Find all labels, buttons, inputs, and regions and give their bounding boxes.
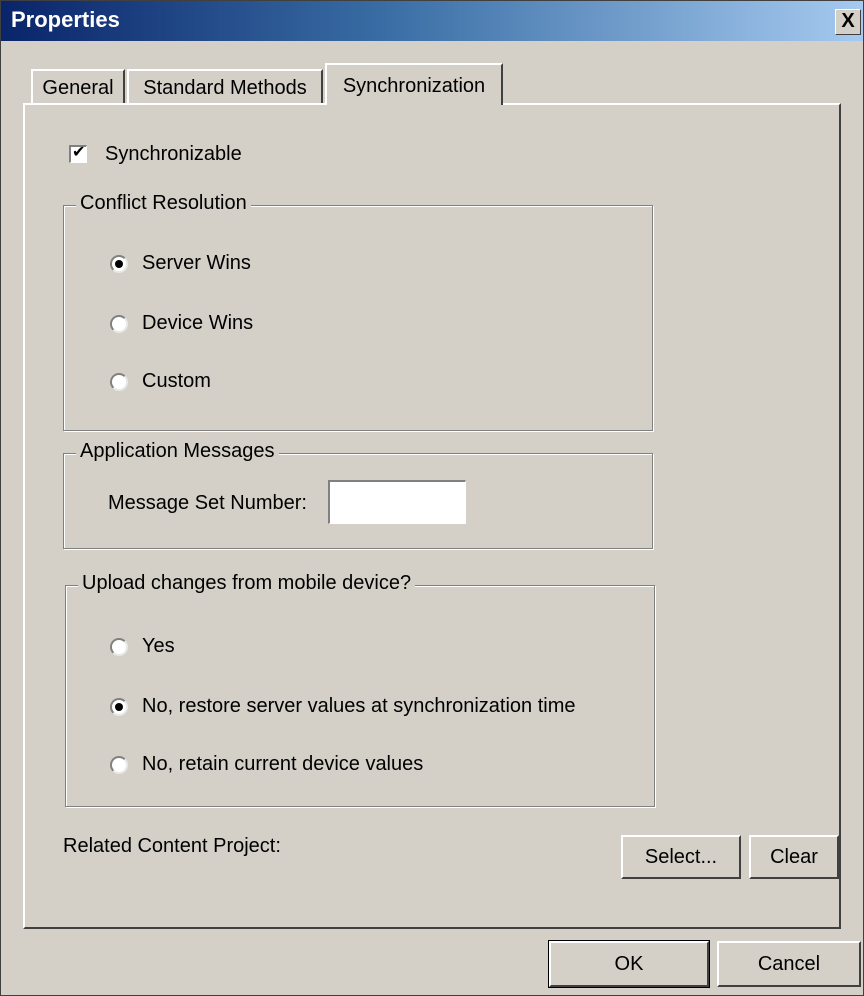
select-button-label: Select... (644, 846, 718, 868)
properties-dialog: Properties X General Standard Methods Sy… (0, 0, 864, 996)
window-title: Properties (11, 7, 120, 32)
retain-device-values-label[interactable]: No, retain current device values (142, 753, 423, 776)
upload-yes-label[interactable]: Yes (142, 635, 175, 658)
custom-label[interactable]: Custom (142, 370, 211, 393)
tab-general[interactable]: General (31, 69, 125, 105)
synchronizable-checkbox[interactable]: ✔ (69, 144, 87, 163)
close-icon: X (841, 10, 855, 32)
device-wins-radio[interactable] (110, 315, 128, 333)
restore-server-values-radio[interactable] (110, 698, 128, 716)
message-set-number-label: Message Set Number: (108, 492, 307, 514)
tab-standard-methods-label: Standard Methods (143, 77, 307, 99)
select-button[interactable]: Select... (621, 835, 741, 879)
clear-button-label: Clear (770, 846, 818, 868)
checkmark-icon: ✔ (72, 144, 86, 161)
title-bar[interactable]: Properties X (1, 1, 863, 41)
ok-button-label: OK (614, 953, 644, 975)
application-messages-group: Application Messages Message Set Number: (63, 440, 653, 549)
synchronizable-label[interactable]: Synchronizable (105, 143, 242, 166)
server-wins-label[interactable]: Server Wins (142, 252, 251, 275)
cancel-button[interactable]: Cancel (717, 941, 861, 987)
ok-button[interactable]: OK (548, 940, 710, 988)
tab-synchronization[interactable]: Synchronization (325, 63, 503, 105)
upload-changes-title: Upload changes from mobile device? (78, 572, 416, 595)
conflict-resolution-title: Conflict Resolution (76, 192, 251, 215)
clear-button[interactable]: Clear (749, 835, 839, 879)
tab-standard-methods[interactable]: Standard Methods (127, 69, 323, 105)
tab-synchronization-label: Synchronization (342, 75, 486, 97)
message-set-number-input[interactable] (328, 480, 466, 524)
device-wins-label[interactable]: Device Wins (142, 312, 253, 335)
application-messages-title: Application Messages (76, 440, 279, 463)
radio-selected-dot (115, 703, 123, 711)
upload-yes-radio[interactable] (110, 638, 128, 656)
cancel-button-label: Cancel (757, 953, 821, 975)
server-wins-radio[interactable] (110, 255, 128, 273)
synchronization-panel: ✔ Synchronizable Conflict Resolution Ser… (23, 103, 841, 929)
custom-radio[interactable] (110, 373, 128, 391)
restore-server-values-label[interactable]: No, restore server values at synchroniza… (142, 695, 576, 718)
tab-general-label: General (42, 77, 114, 99)
upload-changes-group: Upload changes from mobile device? Yes N… (65, 572, 655, 807)
close-button[interactable]: X (835, 9, 861, 35)
retain-device-values-radio[interactable] (110, 756, 128, 774)
radio-selected-dot (115, 260, 123, 268)
conflict-resolution-group: Conflict Resolution Server Wins Device W… (63, 192, 653, 431)
related-content-project-label: Related Content Project: (63, 835, 281, 857)
